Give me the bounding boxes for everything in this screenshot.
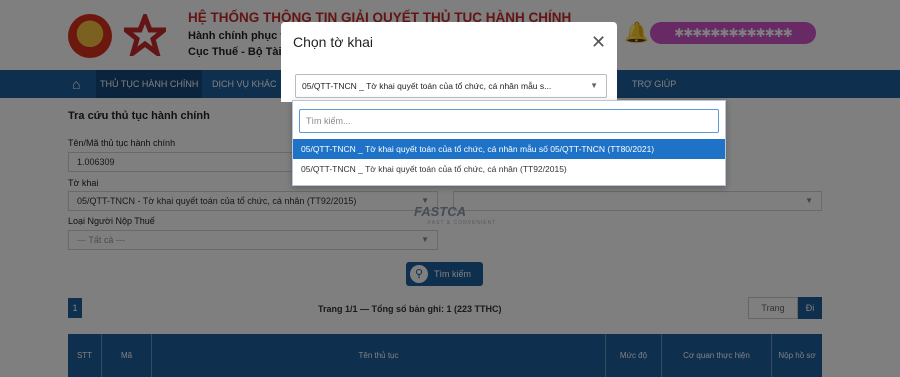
declaration-dropdown-trigger[interactable]: 05/QTT-TNCN _ Tờ khai quyết toán của tổ … [295, 74, 607, 98]
dropdown-search-input[interactable]: Tìm kiếm... [299, 109, 719, 133]
dropdown-option[interactable]: 05/QTT-TNCN _ Tờ khai quyết toán của tổ … [293, 139, 725, 159]
declaration-dropdown-list: Tìm kiếm... 05/QTT-TNCN _ Tờ khai quyết … [292, 100, 726, 186]
dropdown-option[interactable]: 05/QTT-TNCN _ Tờ khai quyết toán của tổ … [293, 159, 725, 179]
chevron-down-icon: ▼ [590, 81, 598, 90]
close-icon[interactable]: ✕ [591, 32, 606, 53]
modal-title: Chọn tờ khai [293, 34, 374, 50]
declaration-dropdown-value: 05/QTT-TNCN _ Tờ khai quyết toán của tổ … [302, 81, 552, 91]
